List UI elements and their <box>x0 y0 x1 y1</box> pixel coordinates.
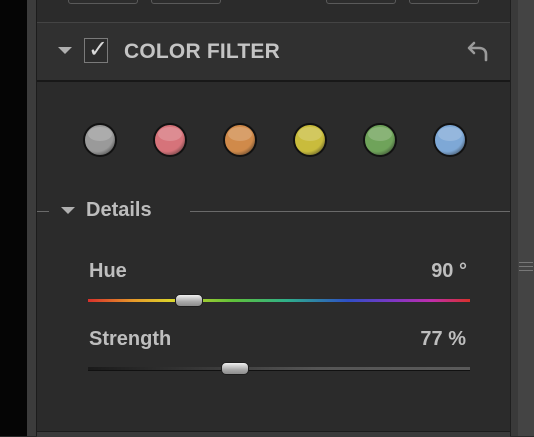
toolbar-button-4[interactable] <box>409 0 479 4</box>
next-section-edge <box>37 431 510 437</box>
strength-slider-track[interactable] <box>88 367 470 371</box>
reset-undo-icon[interactable] <box>467 39 489 63</box>
toolbar-button-3[interactable] <box>326 0 396 4</box>
swatch-gloss <box>228 127 252 141</box>
left-background <box>0 0 27 436</box>
toolbar-button-1[interactable] <box>68 0 138 4</box>
enable-checkbox[interactable]: ✓ <box>84 36 109 63</box>
panel-right-border <box>510 0 518 436</box>
section-header: ✓ COLOR FILTER <box>37 22 510 82</box>
swatch-gloss <box>88 127 112 141</box>
details-collapse-triangle-icon[interactable] <box>61 207 75 214</box>
swatch-yellow[interactable] <box>293 123 327 157</box>
hue-value[interactable]: 90 ° <box>347 260 467 283</box>
swatch-blue[interactable] <box>433 123 467 157</box>
strength-label: Strength <box>89 328 172 350</box>
divider-left <box>37 211 49 212</box>
hue-label: Hue <box>89 260 127 282</box>
hue-slider-track[interactable] <box>88 299 470 302</box>
swatch-gloss <box>368 127 392 141</box>
collapse-triangle-icon[interactable] <box>58 47 72 54</box>
swatch-orange[interactable] <box>223 123 257 157</box>
strength-value[interactable]: 77 % <box>346 328 466 351</box>
check-icon: ✓ <box>88 36 109 63</box>
swatch-gloss <box>158 127 182 141</box>
section-title: COLOR FILTER <box>124 40 280 63</box>
strength-slider-thumb[interactable] <box>221 362 250 375</box>
swatch-gloss <box>438 127 462 141</box>
divider-right <box>190 211 510 212</box>
swatch-gray[interactable] <box>83 123 117 157</box>
swatch-red[interactable] <box>153 123 187 157</box>
scrollbar-grip[interactable] <box>519 259 533 273</box>
toolbar-button-2[interactable] <box>151 0 221 4</box>
swatch-green[interactable] <box>363 123 397 157</box>
panel-left-border <box>27 0 37 436</box>
scrollbar[interactable] <box>518 0 534 436</box>
swatch-gloss <box>298 127 322 141</box>
hue-slider-thumb[interactable] <box>175 294 204 307</box>
details-heading: Details <box>86 199 152 221</box>
